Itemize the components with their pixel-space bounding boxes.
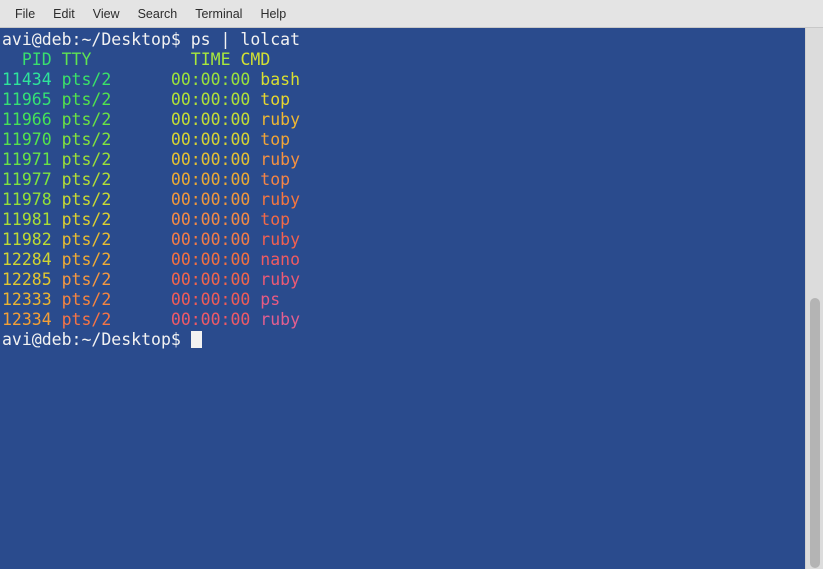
menu-view[interactable]: View [84,4,129,24]
process-row: 11434 pts/2 00:00:00 bash [2,70,805,90]
menu-help[interactable]: Help [251,4,295,24]
process-cmd: nano [250,250,301,269]
process-time: 00:00:00 [151,110,251,129]
menu-bar: File Edit View Search Terminal Help [0,0,823,28]
process-tty: pts/2 [51,70,152,89]
process-pid: 12285 [2,270,52,289]
process-cmd: ps [250,290,281,309]
process-tty: pts/2 [51,210,152,229]
process-row: 12285 pts/2 00:00:00 ruby [2,270,805,290]
process-row: 11981 pts/2 00:00:00 top [2,210,805,230]
process-time: 00:00:00 [151,90,251,109]
process-time: 00:00:00 [151,150,251,169]
process-cmd: top [250,210,291,229]
menu-edit[interactable]: Edit [44,4,84,24]
shell-prompt: avi@deb:~/Desktop$ [2,30,191,49]
ps-header-segment-4: CMD [230,50,271,69]
command-line: avi@deb:~/Desktop$ ps | lolcat [2,30,805,50]
process-cmd: ruby [250,310,301,329]
process-row: 12334 pts/2 00:00:00 ruby [2,310,805,330]
process-row: 11965 pts/2 00:00:00 top [2,90,805,110]
shell-command: ps | lolcat [190,30,301,49]
ps-header-segment-3: TIME [190,50,231,69]
terminal-body: avi@deb:~/Desktop$ ps | lolcat PID TTY T… [0,28,823,569]
process-time: 00:00:00 [151,230,251,249]
process-pid: 11965 [2,90,52,109]
ps-header-segment-1: TTY [51,50,92,69]
process-pid: 11971 [2,150,52,169]
process-cmd: ruby [250,150,301,169]
process-tty: pts/2 [51,110,152,129]
process-time: 00:00:00 [151,70,251,89]
shell-prompt: avi@deb:~/Desktop$ [2,330,191,349]
process-cmd: ruby [250,110,301,129]
process-pid: 12333 [2,290,52,309]
process-time: 00:00:00 [151,210,251,229]
process-pid: 11982 [2,230,52,249]
process-row: 11978 pts/2 00:00:00 ruby [2,190,805,210]
process-tty: pts/2 [51,250,152,269]
process-pid: 11981 [2,210,52,229]
process-tty: pts/2 [51,170,152,189]
process-cmd: ruby [250,230,301,249]
process-time: 00:00:00 [151,170,251,189]
menu-search[interactable]: Search [129,4,187,24]
ps-header-segment-0: PID [2,50,52,69]
text-cursor [190,331,202,348]
process-time: 00:00:00 [151,270,251,289]
process-tty: pts/2 [51,270,152,289]
process-cmd: bash [250,70,301,89]
process-row: 11971 pts/2 00:00:00 ruby [2,150,805,170]
process-pid: 11978 [2,190,52,209]
process-time: 00:00:00 [151,130,251,149]
process-tty: pts/2 [51,130,152,149]
process-row: 11982 pts/2 00:00:00 ruby [2,230,805,250]
process-pid: 11977 [2,170,52,189]
process-tty: pts/2 [51,90,152,109]
process-tty: pts/2 [51,290,152,309]
process-cmd: top [250,130,291,149]
process-pid: 11434 [2,70,52,89]
process-row: 11977 pts/2 00:00:00 top [2,170,805,190]
scrollbar-thumb[interactable] [810,298,820,568]
process-time: 00:00:00 [151,190,251,209]
process-cmd: top [250,170,291,189]
terminal-window: File Edit View Search Terminal Help avi@deb:~… [0,0,823,569]
process-pid: 11970 [2,130,52,149]
ps-header-segment-2 [91,50,190,69]
process-cmd: ruby [250,190,301,209]
process-pid: 11966 [2,110,52,129]
ps-header-row: PID TTY TIME CMD [2,50,805,70]
terminal-output[interactable]: avi@deb:~/Desktop$ ps | lolcat PID TTY T… [0,28,805,569]
process-tty: pts/2 [51,190,152,209]
process-row: 11970 pts/2 00:00:00 top [2,130,805,150]
process-tty: pts/2 [51,310,152,329]
prompt-line: avi@deb:~/Desktop$ [2,330,805,350]
terminal-scrollbar[interactable] [805,28,823,569]
process-tty: pts/2 [51,230,152,249]
process-time: 00:00:00 [151,310,251,329]
process-tty: pts/2 [51,150,152,169]
process-time: 00:00:00 [151,250,251,269]
menu-file[interactable]: File [6,4,44,24]
process-row: 12333 pts/2 00:00:00 ps [2,290,805,310]
process-time: 00:00:00 [151,290,251,309]
process-pid: 12334 [2,310,52,329]
process-cmd: ruby [250,270,301,289]
process-row: 11966 pts/2 00:00:00 ruby [2,110,805,130]
process-cmd: top [250,90,291,109]
process-pid: 12284 [2,250,52,269]
menu-terminal[interactable]: Terminal [186,4,251,24]
process-row: 12284 pts/2 00:00:00 nano [2,250,805,270]
